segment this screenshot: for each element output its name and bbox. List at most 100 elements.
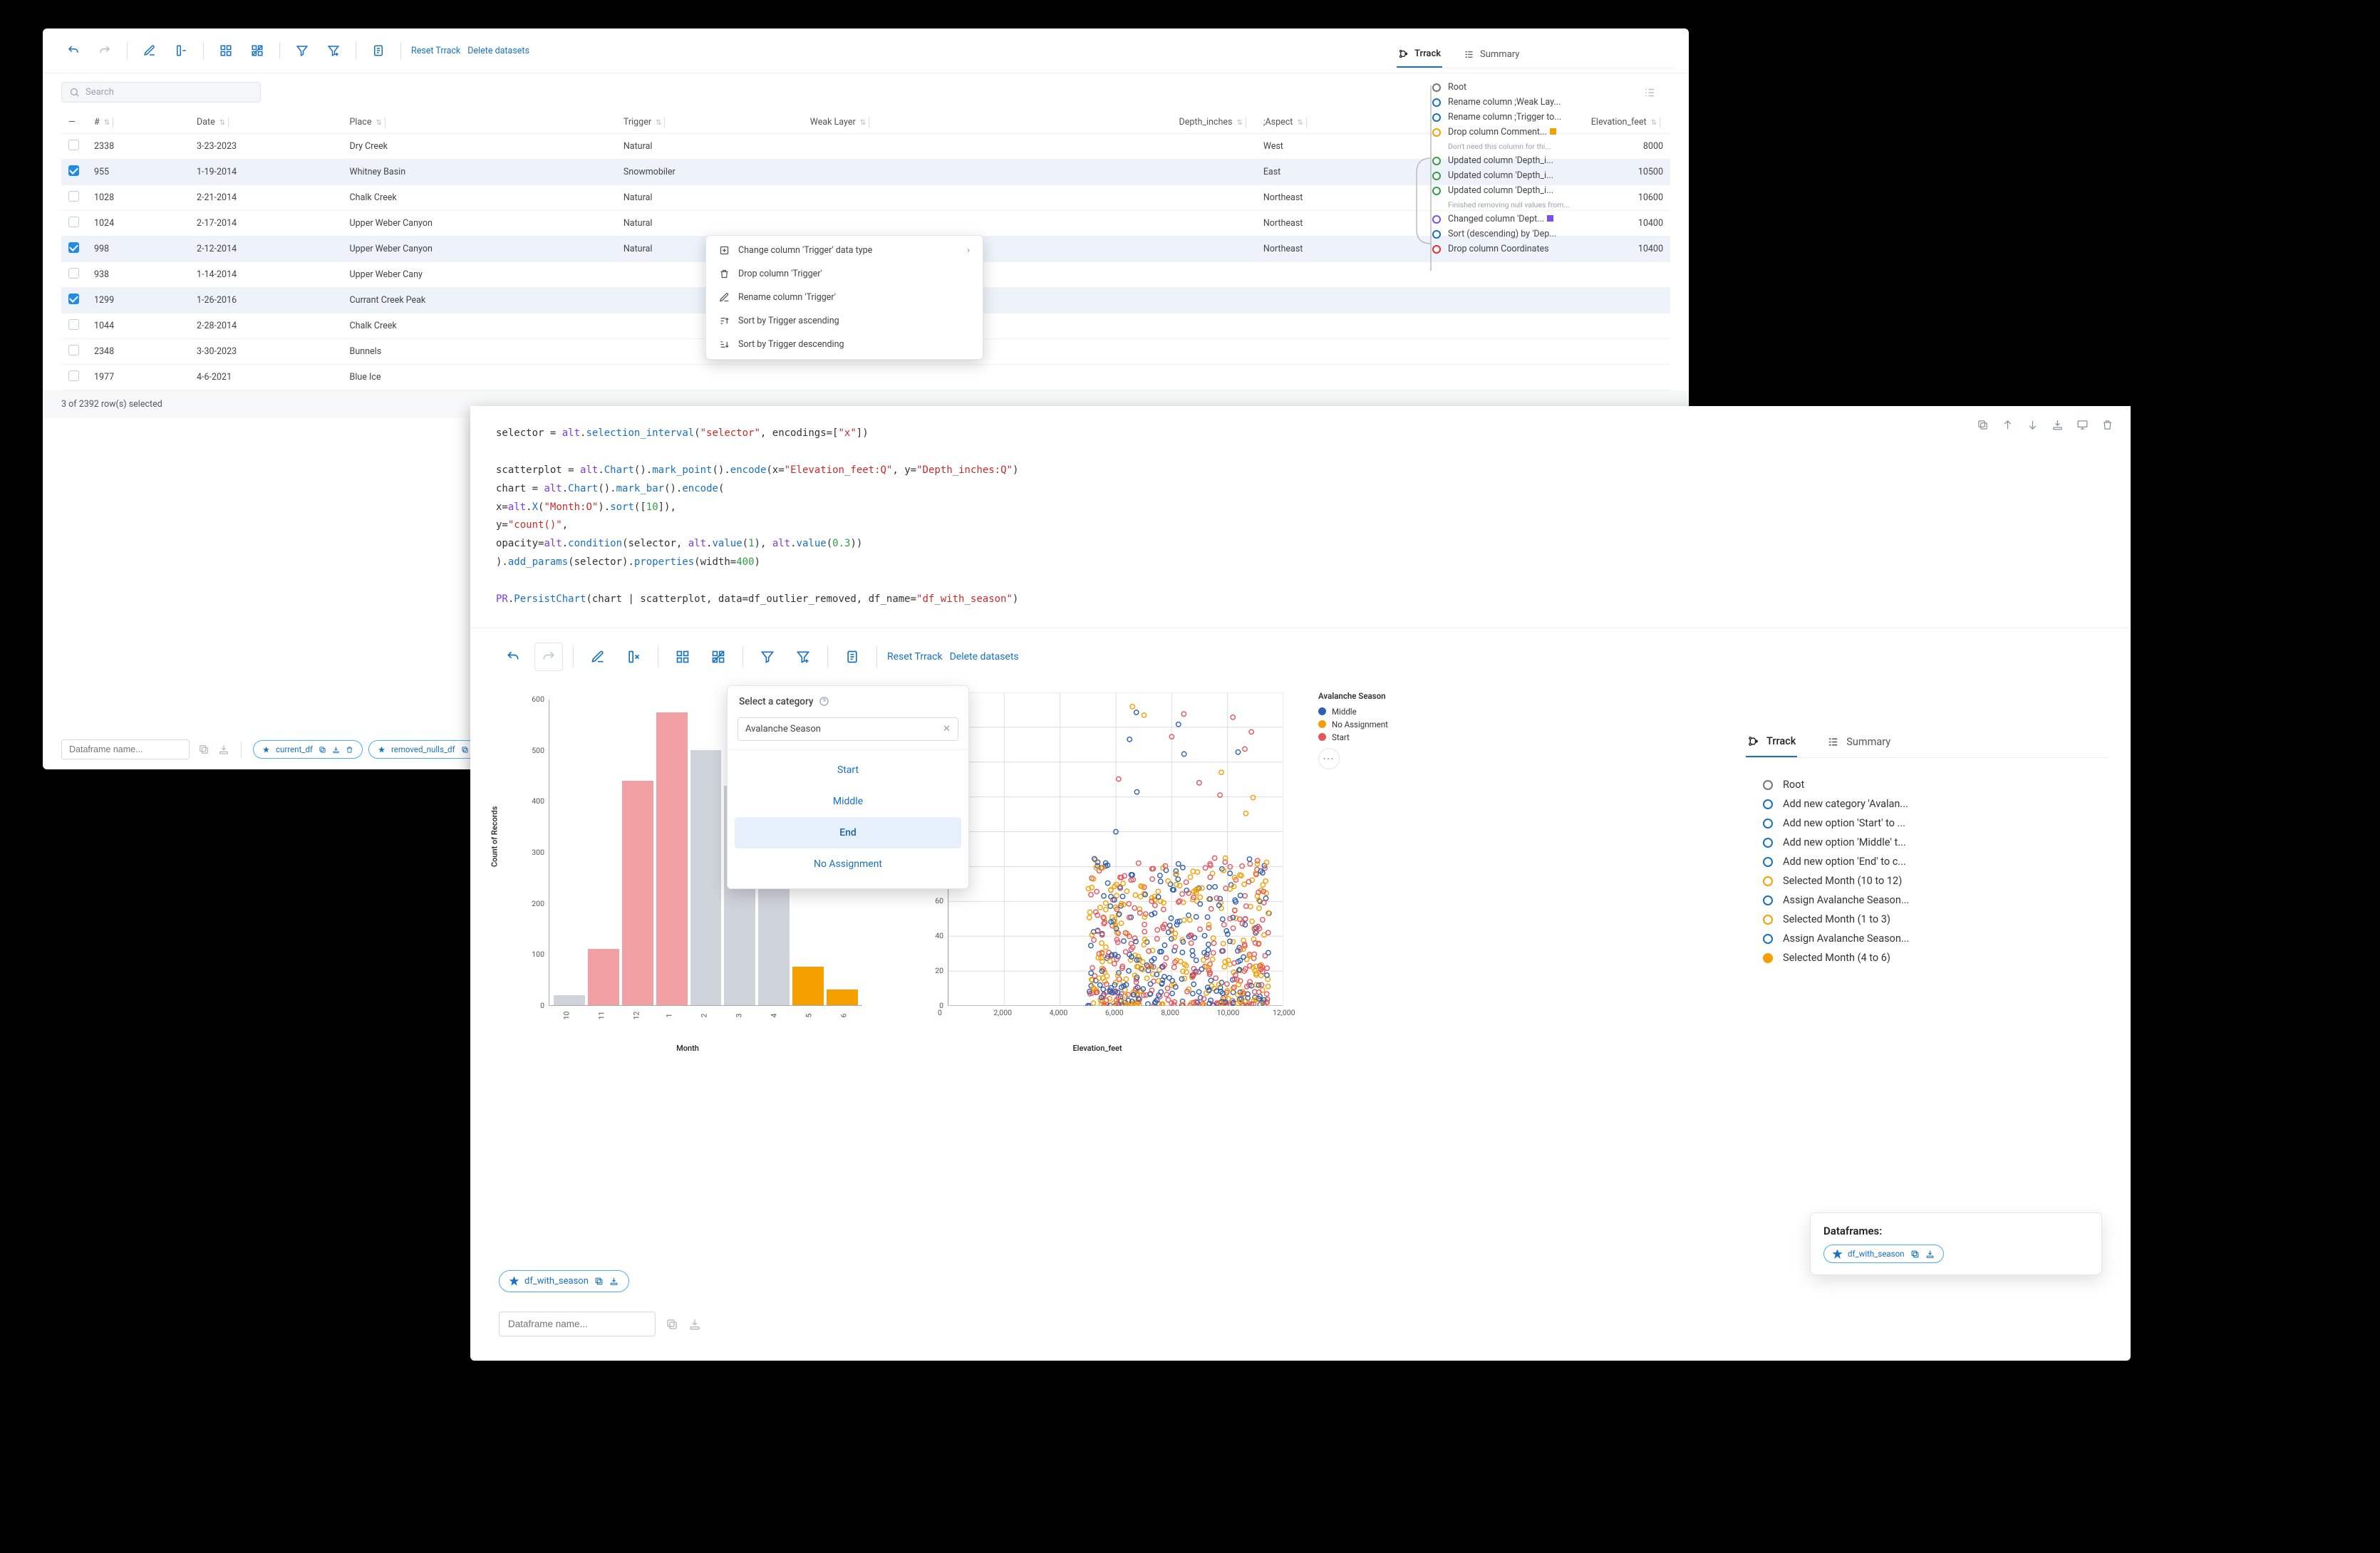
bar[interactable]: [792, 967, 824, 1005]
bar[interactable]: [656, 712, 688, 1005]
popup-option[interactable]: Middle: [735, 786, 961, 817]
provenance-node[interactable]: Selected Month (4 to 6): [1763, 948, 2109, 967]
df-chip-card[interactable]: df_with_season: [1823, 1245, 1944, 1263]
reset-trrack-link[interactable]: Reset Trrack: [411, 46, 460, 56]
row-checkbox[interactable]: [68, 268, 79, 279]
reset-trrack-2[interactable]: Reset Trrack: [887, 651, 943, 663]
tab2-trrack[interactable]: Trrack: [1746, 727, 1797, 757]
row-checkbox[interactable]: [68, 319, 79, 330]
copy-icon-2[interactable]: [666, 1318, 678, 1331]
legend-item[interactable]: Start: [1318, 731, 1388, 744]
delete-datasets-link[interactable]: Delete datasets: [467, 46, 529, 56]
ctx-sort-desc[interactable]: Sort by Trigger descending: [706, 333, 983, 356]
provenance-node[interactable]: Add new option 'Start' to ...: [1763, 814, 2109, 833]
insert-icon[interactable]: [218, 744, 229, 755]
bar[interactable]: [690, 750, 722, 1005]
grid-select-2[interactable]: [668, 643, 697, 671]
provenance-node[interactable]: Sort (descending) by 'Dep...: [1432, 227, 1675, 241]
help-icon[interactable]: [819, 696, 829, 707]
row-checkbox[interactable]: [68, 242, 79, 253]
delete-cell-icon[interactable]: [2101, 419, 2113, 431]
insert-below-icon[interactable]: [2052, 419, 2064, 431]
select-all-header[interactable]: —: [61, 111, 87, 134]
legend-item[interactable]: Middle: [1318, 705, 1388, 718]
redo-button-2[interactable]: [534, 643, 563, 671]
ctx-rename-column[interactable]: Rename column 'Trigger': [706, 286, 983, 309]
row-checkbox[interactable]: [68, 370, 79, 381]
column-remove-button[interactable]: [169, 38, 193, 63]
dataframe-name-input[interactable]: [61, 739, 190, 759]
provenance-node[interactable]: Updated column 'Depth_i...: [1432, 183, 1675, 198]
provenance-node[interactable]: Selected Month (1 to 3): [1763, 910, 2109, 929]
notes-button[interactable]: [366, 38, 390, 63]
provenance-node[interactable]: Updated column 'Depth_i...: [1432, 153, 1675, 168]
edit-button[interactable]: [138, 38, 162, 63]
close-icon[interactable]: ✕: [943, 724, 951, 734]
filter-button[interactable]: [290, 38, 314, 63]
provenance-node[interactable]: Add new category 'Avalan...: [1763, 794, 2109, 814]
provenance-node[interactable]: Changed column 'Dept...: [1432, 212, 1675, 227]
provenance-node[interactable]: Drop column Comment...: [1432, 125, 1675, 140]
popup-option[interactable]: No Assignment: [735, 848, 961, 880]
notebook-cell-panel: selector = alt.selection_interval("selec…: [470, 406, 2131, 1361]
bar[interactable]: [827, 990, 858, 1004]
popup-option[interactable]: Start: [735, 754, 961, 786]
search-input[interactable]: Search: [61, 82, 261, 103]
insert-icon-2[interactable]: [688, 1318, 701, 1331]
row-checkbox[interactable]: [68, 191, 79, 202]
provenance-node[interactable]: Assign Avalanche Season...: [1763, 890, 2109, 910]
bar[interactable]: [588, 949, 619, 1005]
tab2-summary[interactable]: Summary: [1826, 727, 1892, 757]
df-chip[interactable]: current_df: [253, 740, 363, 759]
grid-select-button[interactable]: [214, 38, 238, 63]
tab-trrack[interactable]: Trrack: [1397, 41, 1442, 68]
filter-button-2[interactable]: [753, 643, 782, 671]
undo-button[interactable]: [61, 38, 86, 63]
move-up-icon[interactable]: [2002, 419, 2014, 431]
legend-item[interactable]: No Assignment: [1318, 718, 1388, 731]
provenance-node[interactable]: Selected Month (10 to 12): [1763, 871, 2109, 890]
row-checkbox[interactable]: [68, 217, 79, 227]
row-checkbox[interactable]: [68, 345, 79, 355]
copy-cell-icon[interactable]: [1977, 419, 1989, 431]
copy-icon[interactable]: [198, 744, 209, 755]
bar-chart[interactable]: Count of Records 0100200300400500600 101…: [499, 685, 876, 1049]
popup-category-chip[interactable]: Avalanche Season ✕: [738, 717, 958, 741]
df-chip-footer[interactable]: df_with_season: [499, 1270, 629, 1292]
ctx-change-type[interactable]: Change column 'Trigger' data type ›: [706, 239, 983, 262]
code-cell[interactable]: selector = alt.selection_interval("selec…: [470, 406, 2131, 628]
tab-summary[interactable]: Summary: [1462, 41, 1521, 68]
grid-deselect-button[interactable]: [245, 38, 269, 63]
column-remove-button-2[interactable]: [619, 643, 648, 671]
bar[interactable]: [758, 876, 790, 1005]
filter-add-button-2[interactable]: [789, 643, 817, 671]
delete-datasets-2[interactable]: Delete datasets: [950, 651, 1019, 663]
provenance-node[interactable]: Rename column ;Weak Lay...: [1432, 95, 1675, 110]
provenance-node[interactable]: Assign Avalanche Season...: [1763, 929, 2109, 948]
provenance-node[interactable]: Root: [1763, 775, 2109, 794]
grid-deselect-2[interactable]: [704, 643, 733, 671]
row-checkbox[interactable]: [68, 140, 79, 150]
popup-option[interactable]: End: [735, 817, 961, 848]
presentation-icon[interactable]: [2076, 419, 2089, 431]
row-checkbox[interactable]: [68, 294, 79, 304]
redo-button[interactable]: [93, 38, 117, 63]
filter-add-button[interactable]: [321, 38, 346, 63]
legend-more-button[interactable]: ⋯: [1318, 748, 1340, 769]
edit-button-2[interactable]: [584, 643, 612, 671]
row-checkbox[interactable]: [68, 165, 79, 176]
undo-button-2[interactable]: [499, 643, 527, 671]
provenance-node[interactable]: Add new option 'End' to c...: [1763, 852, 2109, 871]
move-down-icon[interactable]: [2027, 419, 2039, 431]
provenance-node[interactable]: Add new option 'Middle' t...: [1763, 833, 2109, 852]
notes-button-2[interactable]: [838, 643, 866, 671]
ctx-drop-column[interactable]: Drop column 'Trigger': [706, 262, 983, 286]
provenance-node[interactable]: Drop column Coordinates: [1432, 241, 1675, 256]
provenance-node[interactable]: Updated column 'Depth_i...: [1432, 168, 1675, 183]
bar[interactable]: [554, 995, 585, 1005]
provenance-node[interactable]: Root: [1432, 80, 1675, 95]
provenance-node[interactable]: Rename column ;Trigger to...: [1432, 110, 1675, 125]
dataframe-name-input-2[interactable]: [499, 1312, 656, 1336]
bar[interactable]: [622, 781, 653, 1005]
ctx-sort-asc[interactable]: Sort by Trigger ascending: [706, 309, 983, 333]
